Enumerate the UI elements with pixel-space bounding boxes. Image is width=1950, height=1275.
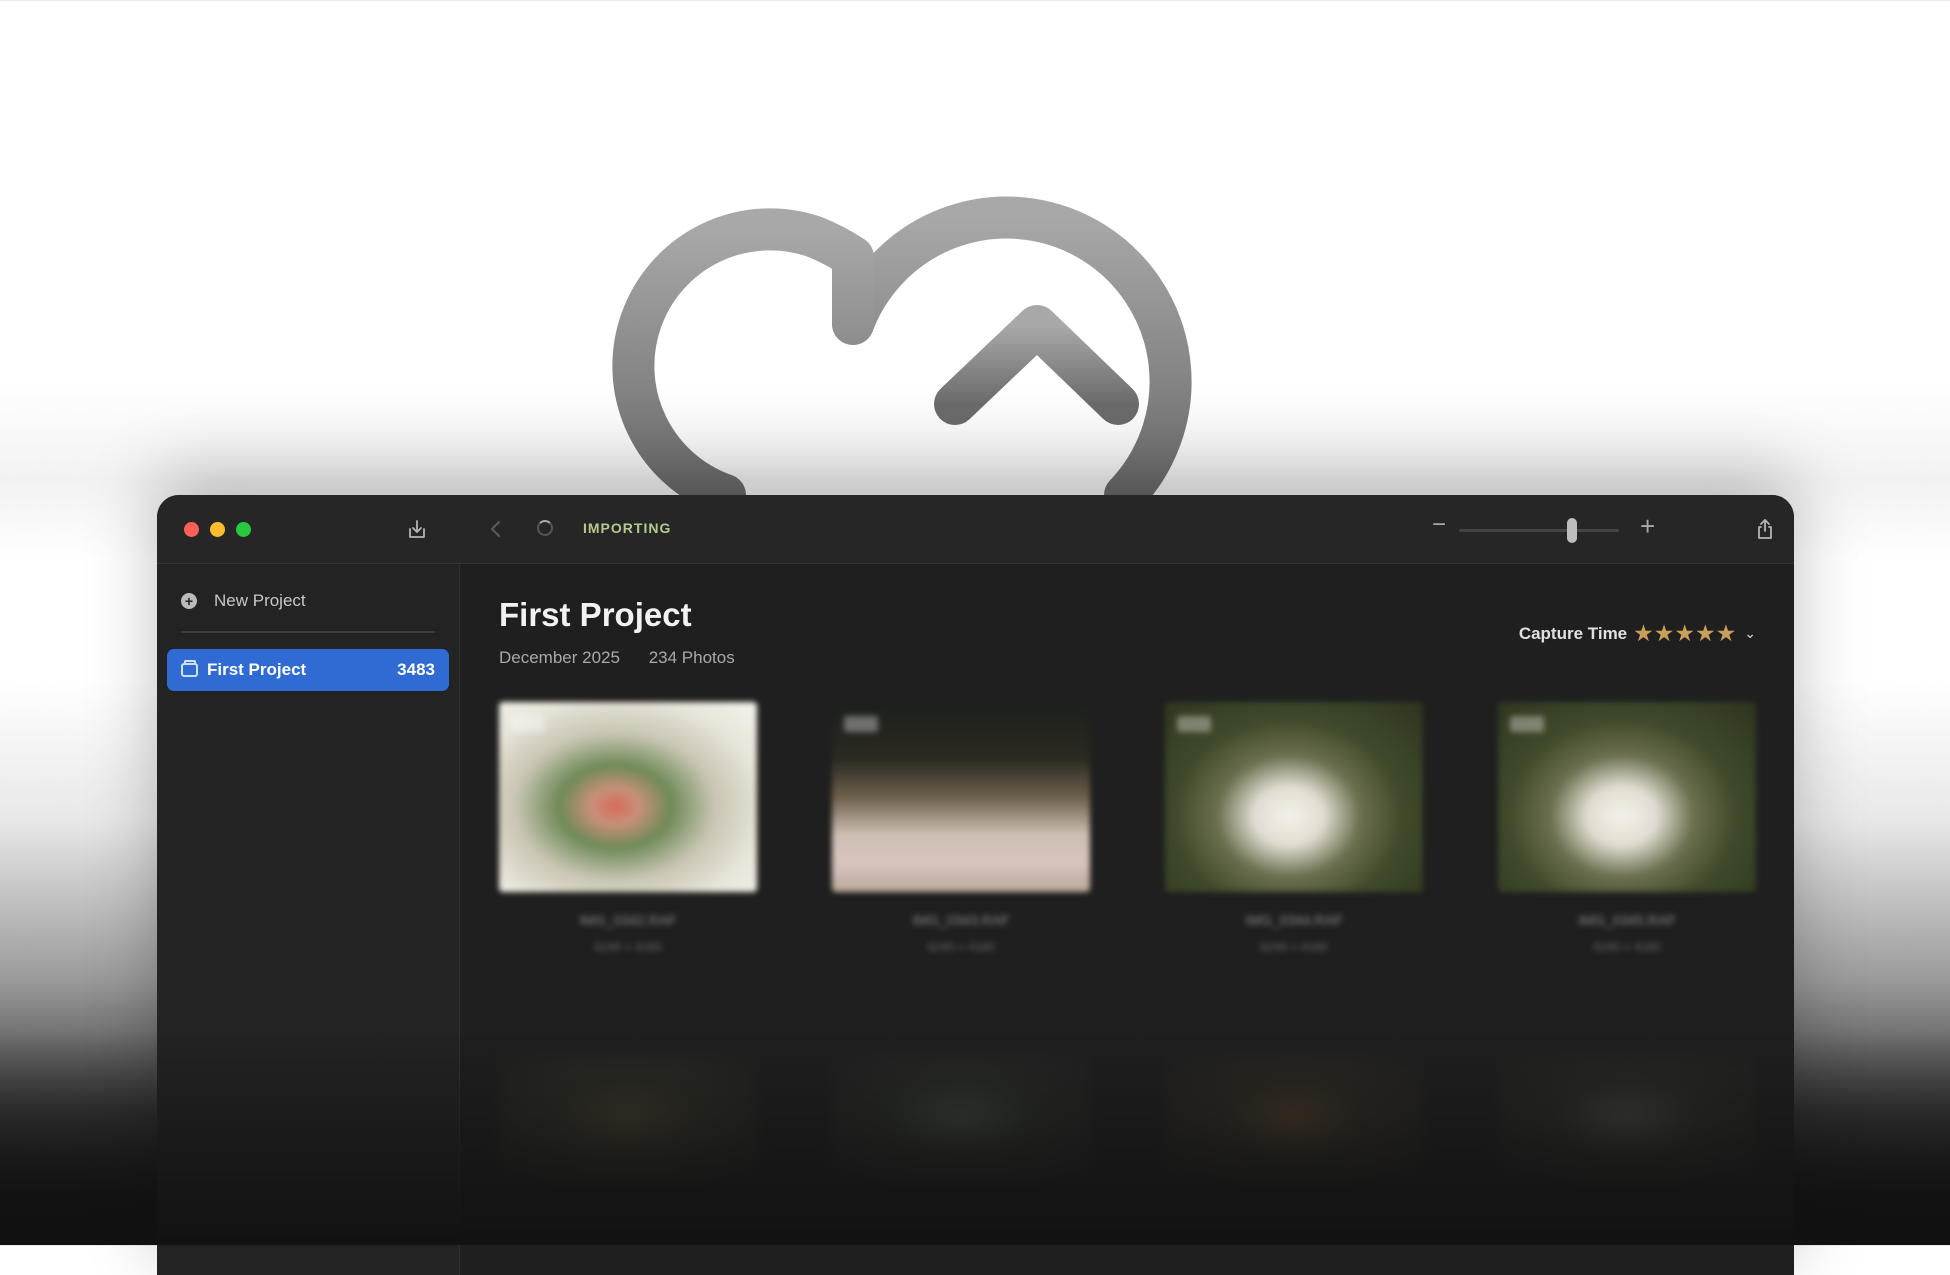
photo-thumbnail[interactable]: [1165, 1054, 1423, 1184]
photo-count: 234 Photos: [648, 648, 735, 667]
zoom-slider[interactable]: [1459, 518, 1619, 543]
star-icon: ★: [1674, 620, 1696, 646]
zoom-in-button[interactable]: +: [1640, 511, 1655, 542]
zoom-slider-thumb[interactable]: [1567, 518, 1577, 543]
new-project-button[interactable]: + New Project: [181, 588, 306, 614]
photo-dimensions: 6240 × 4160: [927, 940, 995, 954]
photo-dimensions: 6240 × 4160: [1593, 940, 1661, 954]
titlebar: IMPORTING − +: [157, 495, 1794, 564]
sidebar: + New Project First Project 3483: [157, 564, 460, 1275]
minimize-window-button[interactable]: [210, 522, 225, 537]
star-icon: ★: [1633, 620, 1654, 646]
star-icon: ★: [1715, 620, 1737, 646]
zoom-out-button[interactable]: −: [1432, 511, 1446, 539]
progress-spinner-icon: [537, 520, 553, 536]
raw-badge: [511, 716, 545, 732]
project-count: 3483: [397, 660, 435, 679]
sidebar-divider: [181, 631, 435, 633]
raw-badge: [1177, 716, 1211, 732]
photo-thumbnail[interactable]: [1165, 702, 1423, 892]
page-title: First Project: [499, 596, 692, 633]
zoom-window-button[interactable]: [236, 522, 251, 537]
photo-dimensions: 6240 × 4160: [1260, 940, 1328, 954]
new-project-label: New Project: [214, 591, 306, 610]
import-status: IMPORTING: [583, 520, 672, 536]
share-icon[interactable]: [1753, 517, 1777, 541]
sort-dropdown[interactable]: Capture Time ★ ★ ★ ★ ★ ⌄: [1519, 622, 1756, 645]
star-icon: ★: [1695, 620, 1716, 646]
app-window: IMPORTING − + + New Project First Projec…: [157, 495, 1794, 1275]
sort-label: Capture Time: [1518, 623, 1628, 643]
main-content: First Project December 2025 234 Photos C…: [460, 564, 1794, 1275]
raw-badge: [1510, 716, 1544, 732]
project-date: December 2025: [499, 648, 620, 667]
folder-icon: [181, 660, 198, 677]
cloud-upload-icon: [612, 196, 1192, 500]
raw-badge: [844, 716, 878, 732]
back-chevron-icon[interactable]: [484, 517, 508, 541]
photo-thumbnail[interactable]: [499, 702, 757, 892]
photo-thumbnail[interactable]: [1498, 1054, 1756, 1184]
photo-thumbnail[interactable]: [499, 1054, 757, 1184]
photo-thumbnail[interactable]: [832, 702, 1090, 892]
photo-filename: IMG_0342.RAF: [579, 912, 677, 928]
photo-filename: IMG_0345.RAF: [1578, 912, 1676, 928]
plus-circle-icon: +: [181, 593, 197, 609]
close-window-button[interactable]: [184, 522, 199, 537]
import-icon[interactable]: [405, 517, 429, 541]
photo-thumbnail[interactable]: [832, 1054, 1090, 1184]
photo-thumbnail[interactable]: [1498, 702, 1756, 892]
project-name: First Project: [207, 660, 307, 679]
photo-dimensions: 6240 × 4160: [594, 940, 662, 954]
sidebar-item-first-project[interactable]: First Project 3483: [167, 649, 449, 691]
photo-filename: IMG_0343.RAF: [912, 912, 1010, 928]
chevron-down-icon: ⌄: [1744, 625, 1756, 641]
page-subtitle: December 2025 234 Photos: [499, 648, 759, 668]
star-icon: ★: [1653, 620, 1675, 646]
photo-filename: IMG_0344.RAF: [1245, 912, 1343, 928]
